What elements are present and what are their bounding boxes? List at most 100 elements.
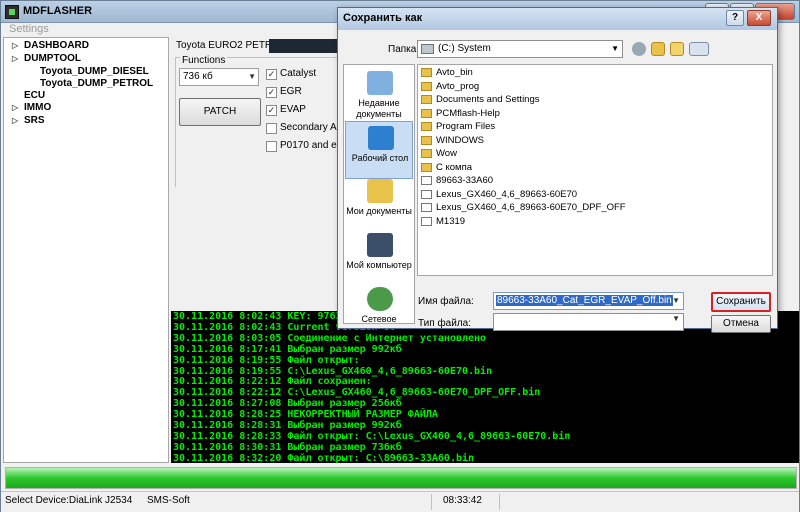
menu-settings[interactable]: Settings bbox=[9, 23, 49, 35]
file-icon bbox=[421, 216, 432, 226]
folder-icon bbox=[421, 81, 432, 91]
app-title: MDFLASHER bbox=[23, 5, 93, 17]
filename-value: 89663-33A60_Cat_EGR_EVAP_Off.bin bbox=[496, 295, 673, 306]
file-name: WINDOWS bbox=[436, 134, 485, 146]
file-name: PCMflash-Help bbox=[436, 107, 500, 119]
checkbox-label: EGR bbox=[280, 86, 302, 97]
file-name: С компа bbox=[436, 161, 473, 173]
filename-input[interactable]: 89663-33A60_Cat_EGR_EVAP_Off.bin ▼ bbox=[493, 292, 684, 310]
tree-item-label: DUMPTOOL bbox=[24, 53, 82, 64]
app-icon bbox=[5, 5, 19, 19]
model-bar bbox=[269, 39, 341, 53]
progress-bar bbox=[5, 467, 797, 489]
place-5[interactable]: Сетевое bbox=[345, 283, 413, 341]
checkbox-label: EVAP bbox=[280, 104, 306, 115]
file-name: Documents and Settings bbox=[436, 94, 540, 105]
file-name: Wow bbox=[436, 148, 457, 159]
status-bar: Select Device:DiaLink J2534 SMS-Soft 08:… bbox=[1, 491, 799, 512]
file-name: 89663-33A60 bbox=[436, 175, 494, 186]
back-icon[interactable] bbox=[632, 42, 646, 56]
file-name: Avto_prog bbox=[436, 80, 480, 92]
checkbox-box[interactable]: ✓ bbox=[266, 69, 277, 80]
file-name: Program Files bbox=[436, 121, 496, 132]
folder-select[interactable]: (C:) System ▼ bbox=[417, 40, 623, 58]
functions-title: Functions bbox=[180, 55, 228, 66]
expand-icon[interactable]: ▷ bbox=[12, 117, 18, 125]
file-name: Lexus_GX460_4,6_89663-60E70_DPF_OFF bbox=[436, 202, 626, 213]
place-label: Мои документы bbox=[346, 206, 412, 216]
log-line: 30.11.2016 8:32:20 Файл открыт: C:\89663… bbox=[173, 452, 475, 463]
filetype-label: Тип файла: bbox=[418, 318, 471, 329]
navigation-tree: ▷ DASHBOARD ▷ DUMPTOOL Toyota_DUMP_DIESEL Toy… bbox=[3, 37, 169, 463]
place-4[interactable]: Мой компьютер bbox=[345, 229, 413, 287]
place-label: Недавние документы bbox=[356, 98, 402, 119]
size-select[interactable]: 736 кб ▼ bbox=[179, 68, 259, 86]
place-label: Мой компьютер bbox=[346, 260, 412, 270]
status-device: Select Device:DiaLink J2534 bbox=[5, 495, 133, 506]
patch-button[interactable]: PATCH bbox=[179, 98, 261, 126]
checkbox-box[interactable]: ✓ bbox=[266, 87, 277, 98]
tree-item-label: Toyota_DUMP_PETROL bbox=[40, 78, 154, 89]
filetype-select[interactable]: ▼ bbox=[493, 313, 684, 331]
folder-icon bbox=[421, 68, 432, 77]
tree-item-label: IMMO bbox=[24, 102, 52, 113]
status-separator bbox=[499, 494, 500, 510]
file-name: Lexus_GX460_4,6_89663-60E70 bbox=[436, 188, 578, 200]
folder-label: Папка: bbox=[388, 44, 420, 55]
file-icon bbox=[421, 189, 432, 199]
status-sms: SMS-Soft bbox=[147, 495, 190, 506]
drive-icon bbox=[421, 44, 434, 54]
status-time: 08:33:42 bbox=[443, 495, 482, 506]
dialog-close-button[interactable]: X bbox=[747, 10, 771, 26]
checkbox-box[interactable] bbox=[266, 141, 277, 152]
my-documents-icon bbox=[367, 179, 393, 203]
functions-group: Functions 736 кб ▼ PATCH ✓ Catalyst ✓ EGR ✓ E… bbox=[175, 55, 347, 187]
new-folder-icon[interactable] bbox=[670, 42, 684, 56]
checkbox-box[interactable] bbox=[266, 123, 277, 134]
filename-label: Имя файла: bbox=[418, 296, 474, 307]
place-label: Рабочий стол bbox=[351, 153, 409, 163]
progress-fill bbox=[6, 468, 796, 488]
tree-item-label: ECU bbox=[24, 90, 46, 101]
file-icon bbox=[421, 176, 432, 185]
place-3[interactable]: Мои документы bbox=[345, 175, 413, 233]
folder-icon bbox=[421, 108, 432, 118]
folder-icon bbox=[421, 149, 432, 158]
network-icon bbox=[367, 287, 393, 311]
folder-icon bbox=[421, 122, 432, 131]
recent-icon bbox=[367, 71, 393, 95]
expand-icon[interactable]: ▷ bbox=[12, 104, 18, 112]
dialog-title-bar: Сохранить как ? X bbox=[338, 8, 777, 30]
tree-item-label: DASHBOARD bbox=[24, 40, 89, 51]
file-list: Avto_bin Avto_prog Documents and Settings P… bbox=[417, 64, 773, 276]
dialog-body: Папка: (C:) System ▼ Недавние документы Р… bbox=[338, 30, 777, 333]
expand-icon[interactable]: ▷ bbox=[12, 42, 18, 50]
folder-icon bbox=[421, 135, 432, 145]
checkbox-label: Catalyst bbox=[280, 68, 317, 79]
log-console: 30.11.2016 8:02:43 KEY: 97633700000 30.11… bbox=[171, 311, 799, 463]
save-as-dialog: Сохранить как ? X Папка: (C:) System ▼ Н… bbox=[337, 7, 778, 333]
view-menu-icon[interactable] bbox=[689, 42, 709, 56]
my-computer-icon bbox=[367, 233, 393, 257]
save-button[interactable]: Сохранить bbox=[711, 292, 771, 312]
place-2[interactable]: Рабочий стол bbox=[345, 121, 413, 179]
checkbox-box[interactable]: ✓ bbox=[266, 105, 277, 116]
place-label: Сетевое bbox=[361, 314, 397, 324]
help-button[interactable]: ? bbox=[726, 10, 744, 26]
chevron-down-icon: ▼ bbox=[672, 296, 680, 305]
tree-item-label: Toyota_DUMP_DIESEL bbox=[40, 66, 149, 77]
places-bar: Недавние документы Рабочий стол Мои докуме… bbox=[343, 64, 415, 324]
file-icon bbox=[421, 203, 432, 212]
cancel-button[interactable]: Отмена bbox=[711, 315, 771, 333]
up-folder-icon[interactable] bbox=[651, 42, 665, 56]
expand-icon[interactable]: ▷ bbox=[12, 55, 18, 63]
tree-item-label: SRS bbox=[24, 115, 45, 126]
chevron-down-icon: ▼ bbox=[672, 314, 680, 323]
folder-icon bbox=[421, 95, 432, 104]
dialog-title: Сохранить как bbox=[343, 12, 423, 24]
file-name: Avto_bin bbox=[436, 67, 473, 78]
status-separator bbox=[431, 494, 432, 510]
size-select-value: 736 кб bbox=[183, 71, 213, 82]
place-1[interactable]: Недавние документы bbox=[345, 67, 413, 125]
chevron-down-icon: ▼ bbox=[248, 72, 256, 81]
